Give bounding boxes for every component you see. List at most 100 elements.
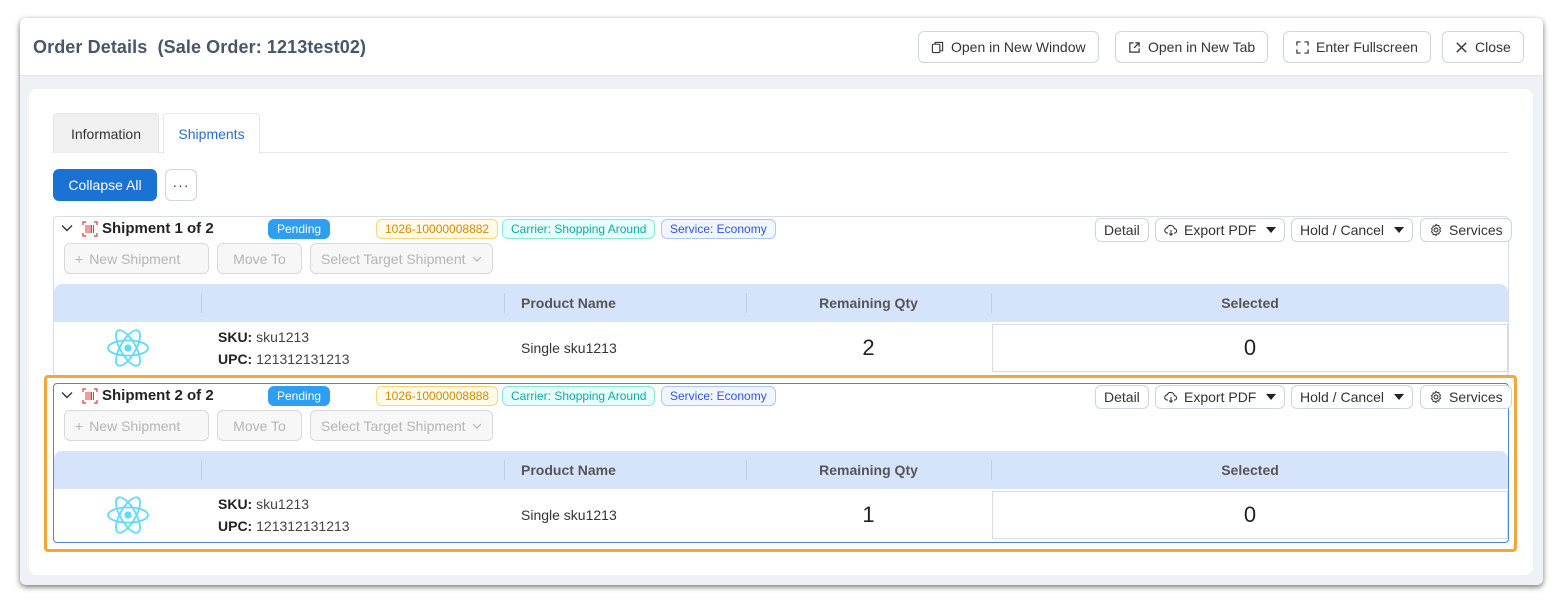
order-details-window: Order Details (Sale Order: 1213test02) O… <box>20 18 1543 585</box>
select-target-shipment-dropdown[interactable]: Select Target Shipment <box>310 243 493 274</box>
move-to-button[interactable]: Move To <box>217 410 302 441</box>
services-label: Services <box>1449 389 1503 405</box>
detail-button[interactable]: Detail <box>1095 218 1149 242</box>
export-pdf-label: Export PDF <box>1184 222 1257 238</box>
upc-line: UPC: 121312131213 <box>218 351 350 367</box>
order-number-tag: 1026-10000008888 <box>376 386 499 406</box>
new-shipment-button[interactable]: + New Shipment <box>64 410 209 441</box>
product-name: Single sku1213 <box>521 507 617 523</box>
carrier-tag: Carrier: Shopping Around <box>502 386 656 406</box>
service-tag: Service: Economy <box>661 219 776 239</box>
chevron-down-icon <box>472 423 481 429</box>
more-options-button[interactable]: ··· <box>165 169 197 201</box>
new-shipment-button[interactable]: + New Shipment <box>64 243 209 274</box>
collapse-all-button[interactable]: Collapse All <box>53 169 157 201</box>
upc-label: UPC: <box>218 351 253 367</box>
sku-line: SKU: sku1213 <box>218 329 309 345</box>
cloud-download-icon <box>1164 391 1178 403</box>
chevron-down-icon[interactable] <box>61 222 73 234</box>
open-new-tab-label: Open in New Tab <box>1148 39 1256 55</box>
shipment-title: Shipment 1 of 2 <box>102 220 214 237</box>
detail-label: Detail <box>1104 389 1140 405</box>
sku-value: sku1213 <box>256 496 310 512</box>
shipment-title: Shipment 2 of 2 <box>102 387 214 404</box>
barcode-icon <box>82 221 98 237</box>
tab-bar: Information Shipments <box>53 113 1509 154</box>
status-badge: Pending <box>268 386 331 406</box>
column-header-remaining-qty: Remaining Qty <box>819 295 918 311</box>
table-row: SKU: sku1213 UPC: 121312131213 Single sk… <box>54 322 1508 375</box>
selected-qty-input[interactable]: 0 <box>992 324 1508 372</box>
column-header-product-name: Product Name <box>521 462 616 478</box>
close-label: Close <box>1475 39 1511 55</box>
shipment-header: Shipment 1 of 2 Pending 1026-10000008882… <box>54 217 1512 243</box>
open-new-tab-button[interactable]: Open in New Tab <box>1115 31 1269 63</box>
order-number-tag: 1026-10000008882 <box>376 219 499 239</box>
sku-label: SKU: <box>218 496 253 512</box>
move-to-button[interactable]: Move To <box>217 243 302 274</box>
shipment-header: Shipment 2 of 2 Pending 1026-10000008888… <box>54 384 1512 410</box>
status-badge: Pending <box>268 219 331 239</box>
plus-icon: + <box>75 250 84 267</box>
open-new-window-button[interactable]: Open in New Window <box>918 31 1099 63</box>
product-name: Single sku1213 <box>521 340 617 356</box>
detail-button[interactable]: Detail <box>1095 385 1149 409</box>
services-button[interactable]: Services <box>1420 218 1512 242</box>
new-shipment-label: New Shipment <box>89 250 181 267</box>
window-titlebar: Order Details (Sale Order: 1213test02) O… <box>20 18 1543 76</box>
plus-icon: + <box>75 417 84 434</box>
gear-icon <box>1430 390 1442 404</box>
fullscreen-icon <box>1296 40 1309 54</box>
caret-down-icon <box>1266 227 1277 233</box>
upc-line: UPC: 121312131213 <box>218 518 350 534</box>
react-logo-icon <box>107 329 149 367</box>
services-label: Services <box>1449 222 1503 238</box>
hold-cancel-button[interactable]: Hold / Cancel <box>1291 218 1414 242</box>
table-header: Product Name Remaining Qty Selected <box>54 284 1508 322</box>
select-target-shipment-dropdown[interactable]: Select Target Shipment <box>310 410 493 441</box>
table-row: SKU: sku1213 UPC: 121312131213 Single sk… <box>54 489 1508 542</box>
new-shipment-label: New Shipment <box>89 417 181 434</box>
table-header: Product Name Remaining Qty Selected <box>54 451 1508 489</box>
selected-qty-input[interactable]: 0 <box>992 491 1508 539</box>
column-header-selected: Selected <box>1221 295 1279 311</box>
shipment-card-1: Shipment 1 of 2 Pending 1026-10000008882… <box>53 216 1512 376</box>
close-button[interactable]: Close <box>1442 31 1524 63</box>
chevron-down-icon[interactable] <box>61 389 73 401</box>
sku-label: SKU: <box>218 329 253 345</box>
chevron-down-icon <box>472 256 481 262</box>
caret-down-icon <box>1394 227 1405 233</box>
remaining-qty: 1 <box>862 502 875 527</box>
sku-value: sku1213 <box>256 329 310 345</box>
copy-window-icon <box>931 41 944 53</box>
open-new-window-label: Open in New Window <box>951 39 1086 55</box>
export-pdf-button[interactable]: Export PDF <box>1155 218 1286 242</box>
select-target-label: Select Target Shipment <box>321 417 466 434</box>
column-divider <box>504 293 505 313</box>
gear-icon <box>1430 223 1442 237</box>
close-icon <box>1456 41 1467 53</box>
hold-cancel-button[interactable]: Hold / Cancel <box>1291 385 1414 409</box>
tab-shipments[interactable]: Shipments <box>163 113 260 154</box>
tab-information[interactable]: Information <box>53 113 159 153</box>
caret-down-icon <box>1266 394 1277 400</box>
enter-fullscreen-label: Enter Fullscreen <box>1316 39 1418 55</box>
services-button[interactable]: Services <box>1420 385 1512 409</box>
upc-value: 121312131213 <box>256 518 350 534</box>
remaining-qty: 2 <box>862 335 875 360</box>
react-logo-icon <box>107 496 149 534</box>
enter-fullscreen-button[interactable]: Enter Fullscreen <box>1283 31 1431 63</box>
cloud-download-icon <box>1164 224 1178 236</box>
upc-value: 121312131213 <box>256 351 350 367</box>
column-header-remaining-qty: Remaining Qty <box>819 462 918 478</box>
hold-cancel-label: Hold / Cancel <box>1300 222 1385 238</box>
detail-label: Detail <box>1104 222 1140 238</box>
barcode-icon <box>82 388 98 404</box>
export-pdf-button[interactable]: Export PDF <box>1155 385 1286 409</box>
title-text: Order Details <box>33 37 148 57</box>
page-title: Order Details (Sale Order: 1213test02) <box>33 37 366 58</box>
select-target-label: Select Target Shipment <box>321 250 466 267</box>
column-divider <box>201 460 202 480</box>
sale-order-label: (Sale Order: 1213test02) <box>157 37 367 57</box>
column-header-product-name: Product Name <box>521 295 616 311</box>
